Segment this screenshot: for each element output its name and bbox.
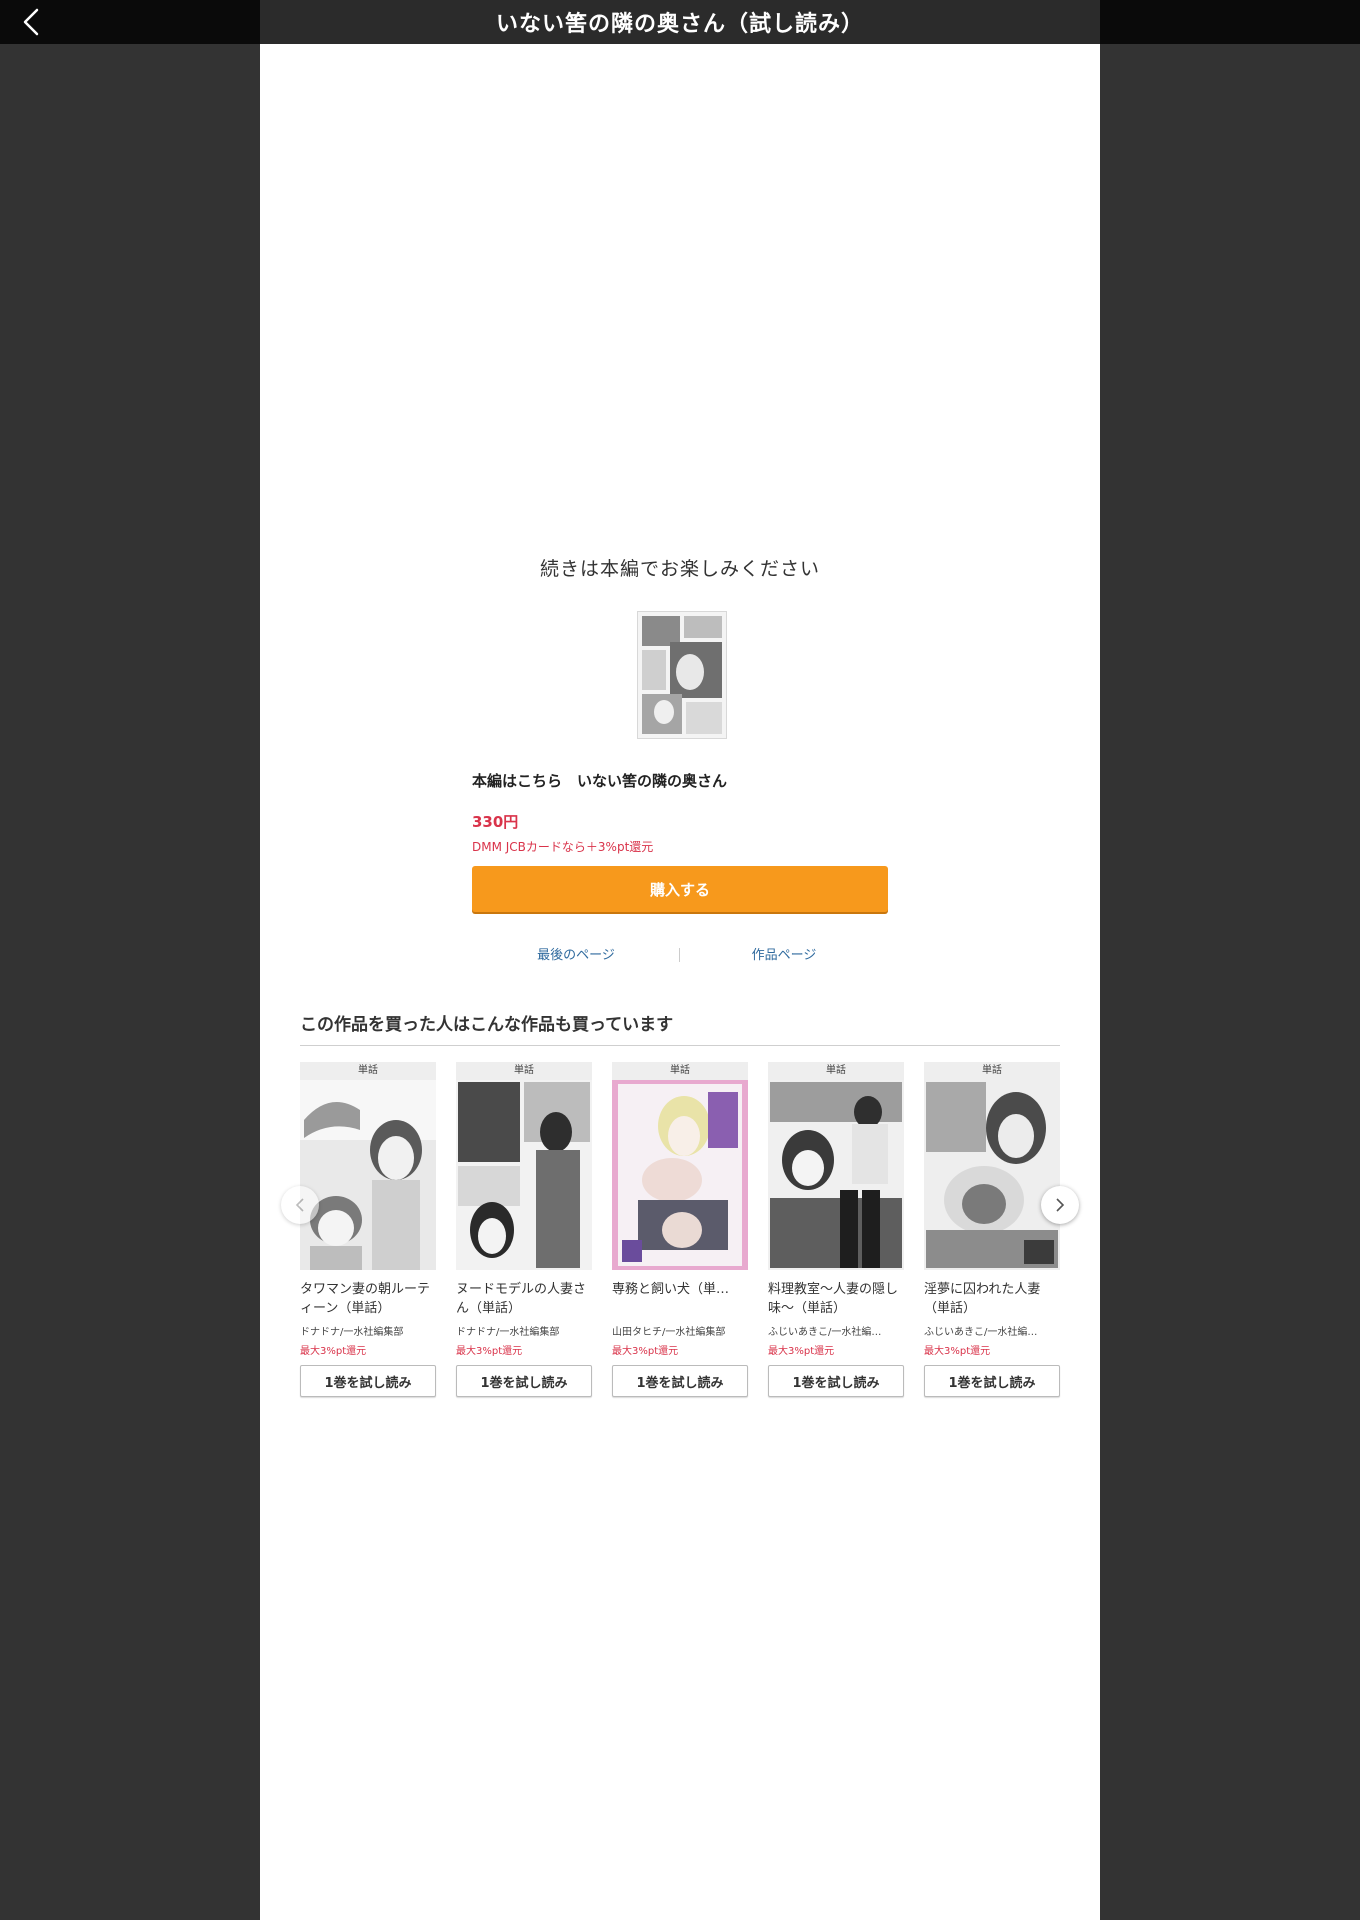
card-author: ドナドナ/一水社編集部 [300, 1327, 404, 1338]
book-cover-image[interactable] [768, 1080, 904, 1270]
back-button[interactable] [14, 4, 50, 40]
reader-end-page: 続きは本編でお楽しみください 本編はこちら いない筈の隣の奥さん 330円 DM… [260, 44, 1100, 1920]
card-point: 最大3%pt還元 [768, 1346, 835, 1357]
last-page-link[interactable]: 最後のページ [472, 944, 680, 963]
trial-read-button[interactable]: 1巻を試し読み [924, 1365, 1060, 1397]
chevron-left-icon [295, 1198, 304, 1212]
work-page-link[interactable]: 作品ページ [680, 944, 888, 963]
card-author: ドナドナ/一水社編集部 [456, 1327, 560, 1338]
page-links: 最後のページ 作品ページ [472, 944, 888, 968]
page-title: いない筈の隣の奥さん（試し読み） [495, 12, 864, 37]
point-return-note: DMM JCBカードなら＋3%pt還元 [472, 840, 654, 854]
trial-read-button[interactable]: 1巻を試し読み [612, 1365, 748, 1397]
trial-read-button[interactable]: 1巻を試し読み [300, 1365, 436, 1397]
recommendation-heading: この作品を買った人はこんな作品も買っています [300, 1010, 1060, 1046]
single-episode-badge: 単話 [300, 1062, 436, 1080]
single-episode-badge: 単話 [456, 1062, 592, 1080]
carousel-next-button[interactable] [1041, 1186, 1079, 1224]
price: 330円 [472, 813, 519, 831]
card-title[interactable]: タワマン妻の朝ルーティーン（単話） [300, 1280, 436, 1318]
card-author: 山田タヒチ/一水社編集部 [612, 1327, 726, 1338]
book-cover-image[interactable] [456, 1080, 592, 1270]
recommendation-card[interactable]: 単話 タワマン妻の朝ルーティーン（単話） ドナドナ/一水社編集部 最大3%pt還… [300, 1062, 436, 1397]
recommendation-card[interactable]: 単話 淫夢に囚われた人妻（単話） ふじいあきこ/一水社編… 最大3%pt還元 1… [924, 1062, 1060, 1397]
main-work-title: 本編はこちら いない筈の隣の奥さん [472, 772, 728, 790]
card-point: 最大3%pt還元 [924, 1346, 991, 1357]
chevron-right-icon [1056, 1198, 1065, 1212]
book-cover-image[interactable] [924, 1080, 1060, 1270]
buy-button[interactable]: 購入する [472, 866, 888, 912]
card-point: 最大3%pt還元 [612, 1346, 679, 1357]
continue-message: 続きは本編でお楽しみください [539, 558, 820, 580]
card-author: ふじいあきこ/一水社編… [768, 1327, 882, 1338]
recommendation-carousel: 単話 タワマン妻の朝ルーティーン（単話） ドナドナ/一水社編集部 最大3%pt還… [300, 1062, 1060, 1422]
title-area: いない筈の隣の奥さん（試し読み） [260, 0, 1100, 44]
carousel-prev-button[interactable] [281, 1186, 319, 1224]
card-title[interactable]: 料理教室～人妻の隠し味～（単話） [768, 1280, 904, 1318]
recommendation-card[interactable]: 単話 ヌードモデルの人妻さん（単話） ドナドナ/一水社編集部 最大3%pt還元 … [456, 1062, 592, 1397]
book-cover-image[interactable] [300, 1080, 436, 1270]
recommendation-card[interactable]: 単話 料理教室～人妻の隠し味～（単話） ふじいあきこ/一水社編… 最大3%pt還… [768, 1062, 904, 1397]
single-episode-badge: 単話 [612, 1062, 748, 1080]
chevron-left-icon [23, 8, 39, 36]
card-title[interactable]: 専務と飼い犬（単… [612, 1280, 748, 1318]
single-episode-badge: 単話 [924, 1062, 1060, 1080]
card-title[interactable]: 淫夢に囚われた人妻（単話） [924, 1280, 1060, 1318]
top-bar: いない筈の隣の奥さん（試し読み） [0, 0, 1360, 44]
recommendation-card[interactable]: 単話 専務と飼い犬（単… 山田タヒチ/一水社編集部 最大3%pt還元 1巻を試し… [612, 1062, 748, 1397]
card-point: 最大3%pt還元 [300, 1346, 367, 1357]
book-cover-image[interactable] [612, 1080, 748, 1270]
main-cover-thumbnail[interactable] [637, 611, 727, 739]
card-author: ふじいあきこ/一水社編… [924, 1327, 1038, 1338]
trial-read-button[interactable]: 1巻を試し読み [456, 1365, 592, 1397]
card-title[interactable]: ヌードモデルの人妻さん（単話） [456, 1280, 592, 1318]
single-episode-badge: 単話 [768, 1062, 904, 1080]
card-point: 最大3%pt還元 [456, 1346, 523, 1357]
main-work-info: 本編はこちら いない筈の隣の奥さん 330円 DMM JCBカードなら＋3%pt… [472, 770, 888, 912]
trial-read-button[interactable]: 1巻を試し読み [768, 1365, 904, 1397]
